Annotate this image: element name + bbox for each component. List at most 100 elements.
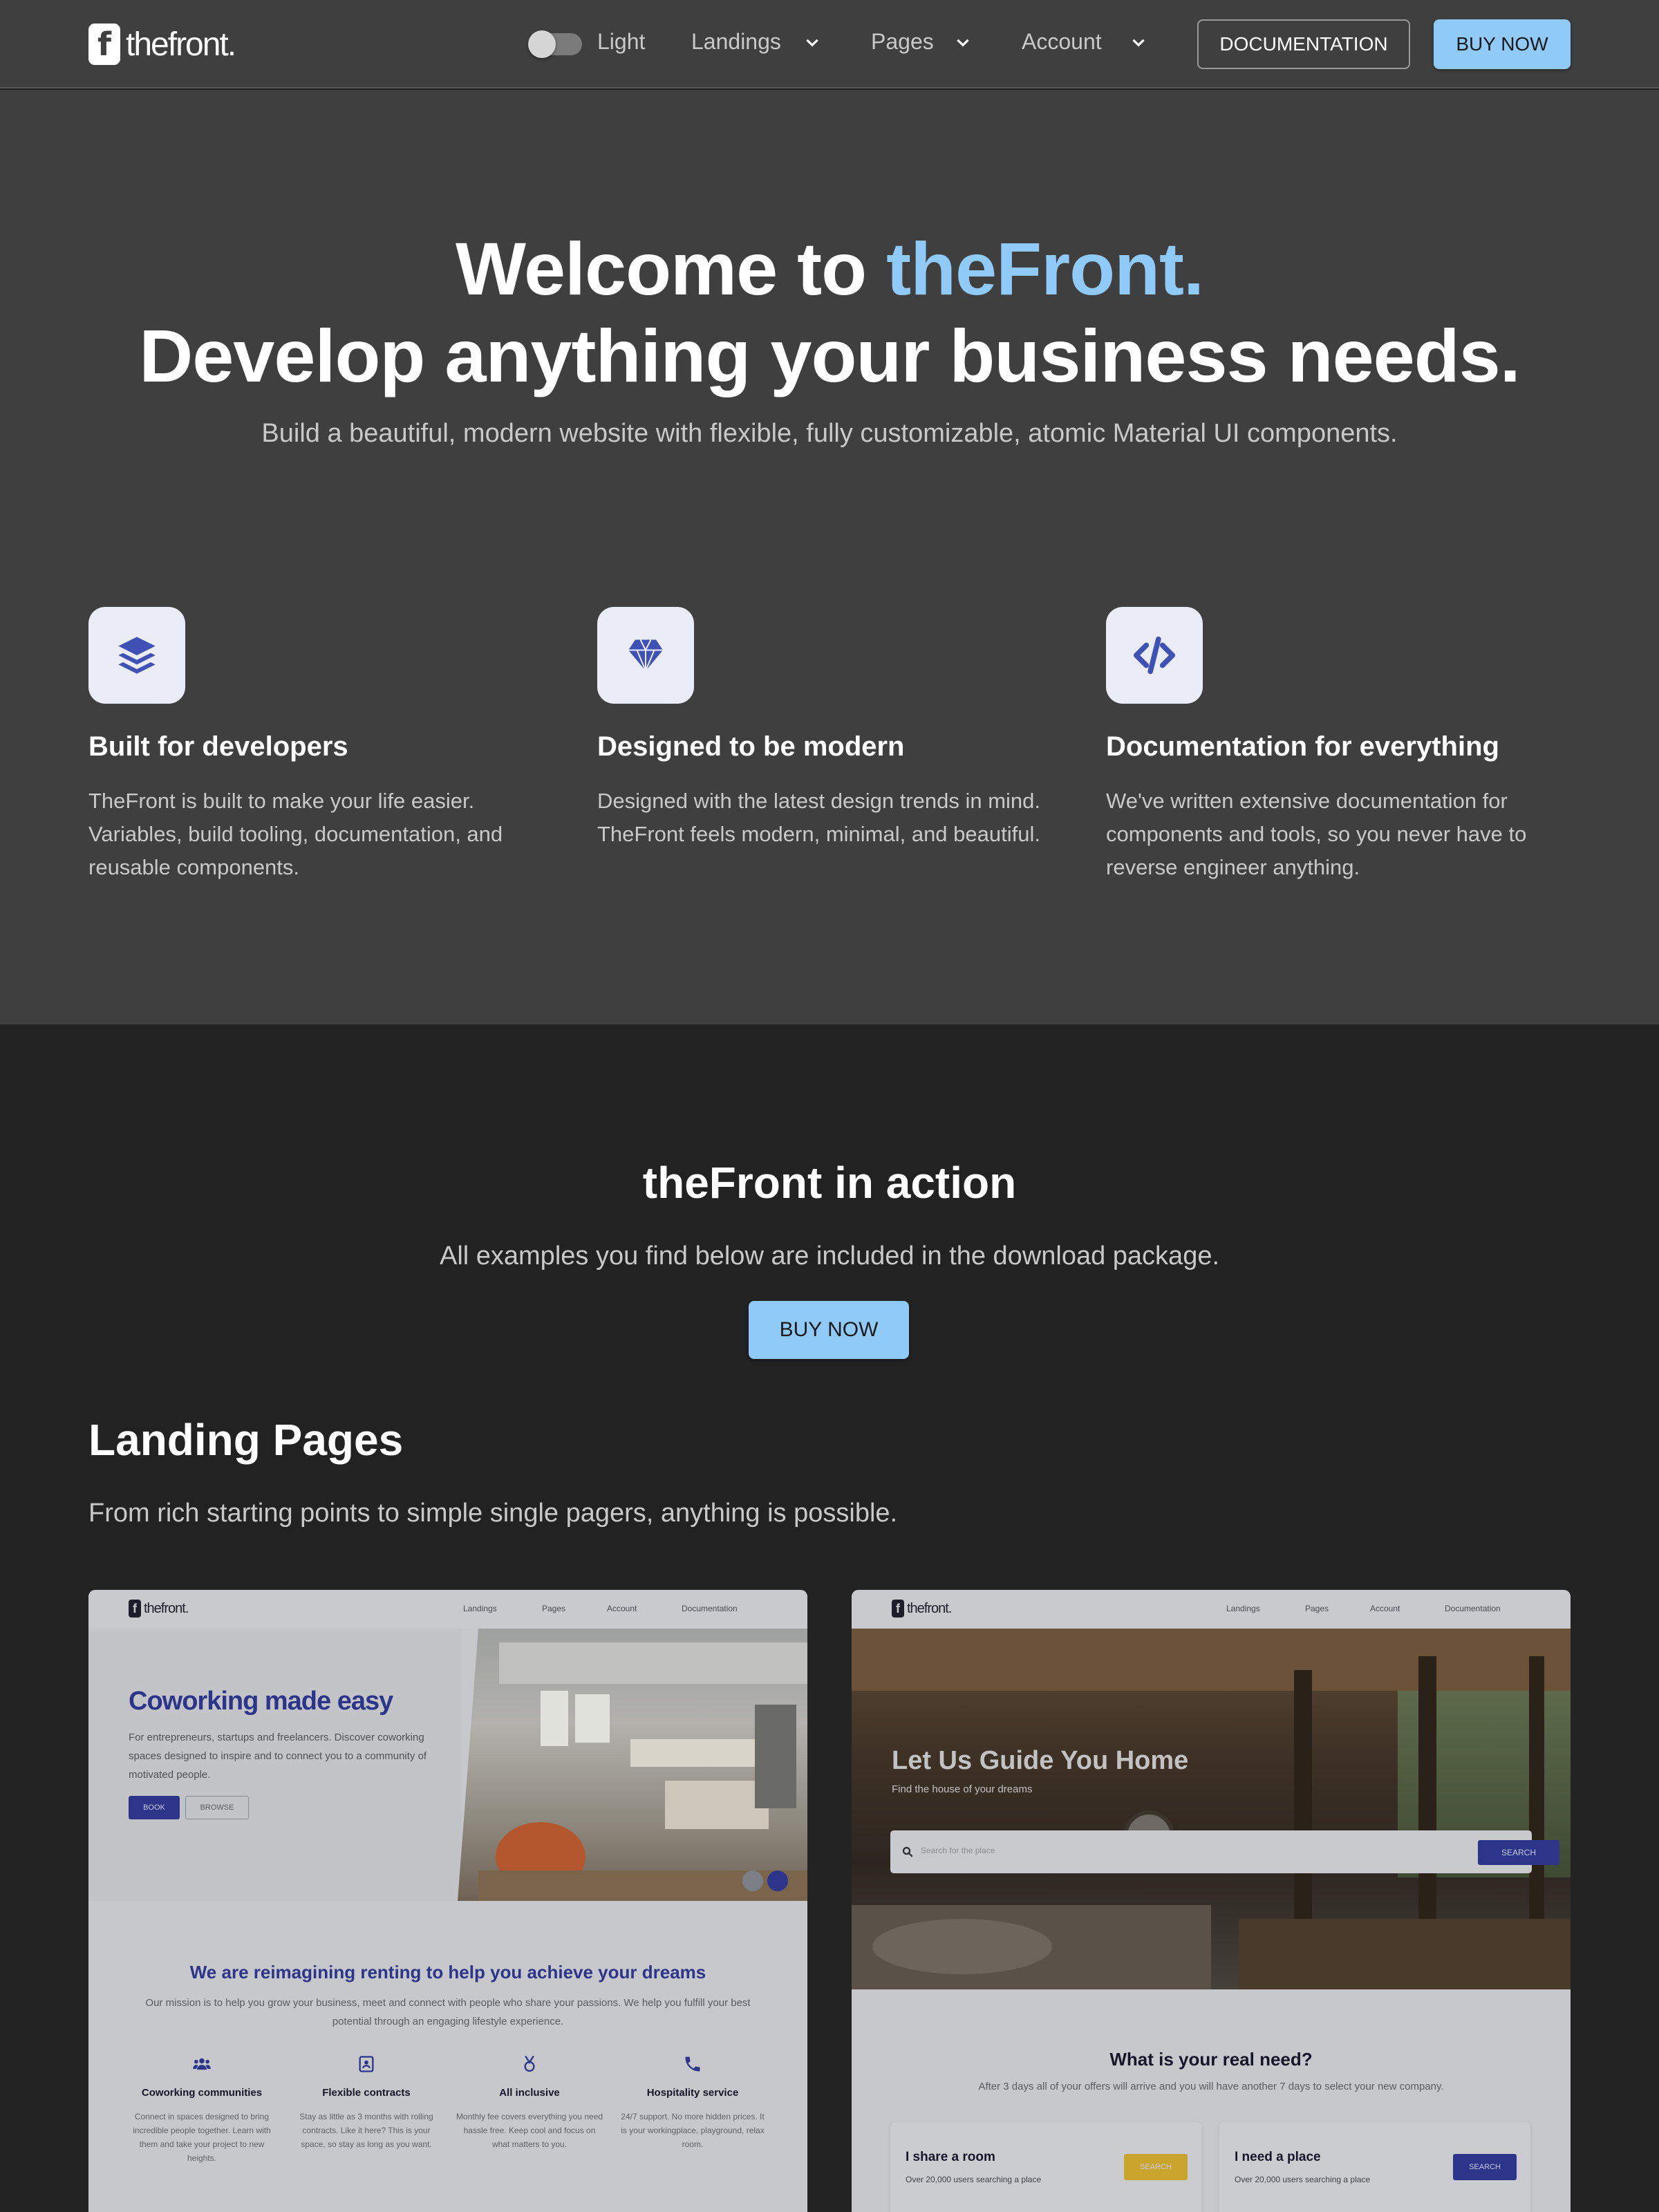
coworking-feature: Coworking communities Connect in spaces …	[127, 2054, 276, 2165]
need-option-card: I need a place Over 20,000 users searchi…	[1219, 2122, 1530, 2212]
preview-nav-documentation: Documentation	[1445, 1604, 1501, 1613]
preview-logo: f thefront.	[129, 1600, 189, 1618]
phone-icon	[685, 2056, 700, 2072]
feature-card: Built for developers TheFront is built t…	[88, 607, 545, 884]
coworking-feature-text: Connect in spaces designed to bring incr…	[133, 2112, 271, 2163]
need-option-button: SEARCH	[1453, 2154, 1517, 2180]
house-illustration	[852, 1629, 1571, 1989]
coworking-feature-title: Flexible contracts	[322, 2087, 411, 2099]
preview-nav-pages: Pages	[542, 1604, 566, 1613]
need-text: After 3 days all of your offers will arr…	[978, 2081, 1444, 2092]
feature-icon-box	[597, 607, 694, 704]
toggle-knob	[528, 30, 556, 58]
chevron-down-icon[interactable]	[1130, 33, 1147, 51]
coworking-feature-text: Monthly fee covers everything you need h…	[456, 2112, 603, 2149]
logo-text: thefront.	[126, 26, 236, 63]
feature-title: Documentation for everything	[1106, 731, 1499, 762]
preview-nav-documentation: Documentation	[682, 1604, 738, 1613]
preview-logo-text: thefront.	[907, 1600, 952, 1616]
coworking-feature: Flexible contracts Stay as little as 3 m…	[292, 2054, 441, 2151]
coworking-feature: All inclusive Monthly fee covers everyth…	[455, 2054, 604, 2151]
hero-title-prefix: Welcome to	[455, 227, 887, 310]
search-icon	[902, 1846, 913, 1857]
hero-title-accent: theFront.	[886, 227, 1204, 310]
browse-button: BROWSE	[185, 1796, 249, 1819]
coworking-photo	[458, 1629, 807, 1901]
buy-now-button[interactable]: BUY NOW	[1434, 19, 1571, 69]
hero-section: Welcome to theFront. Develop anything yo…	[0, 90, 1659, 1024]
hero-subtitle: Build a beautiful, modern website with f…	[261, 419, 1398, 448]
mission-heading-prefix: We are reimagining renting to help you	[189, 1962, 527, 1983]
preview-logo-mark: f	[129, 1600, 141, 1618]
preview-nav-landings: Landings	[1226, 1604, 1260, 1613]
feature-title: Built for developers	[88, 731, 348, 762]
coworking-feature: Hospitality service 24/7 support. No mor…	[618, 2054, 767, 2151]
mission-heading-accent: achieve your dreams	[527, 1962, 706, 1983]
preview-navbar: f thefront. Landings Pages Account Docum…	[852, 1590, 1571, 1629]
hero-title-line2: Develop anything your business needs.	[139, 314, 1521, 397]
mission-text: Our mission is to help you grow your bus…	[145, 1997, 751, 2027]
coworking-heading-accent: easy	[337, 1687, 394, 1716]
chevron-down-icon[interactable]	[803, 33, 821, 51]
preview-navbar: f thefront. Landings Pages Account Docum…	[88, 1590, 807, 1629]
layers-icon	[118, 637, 156, 674]
carousel-prev-icon	[742, 1871, 763, 1891]
medal-icon	[524, 2055, 535, 2072]
hero-title-line1: Welcome to theFront.	[0, 225, 1659, 312]
search-button: SEARCH	[1478, 1840, 1559, 1865]
people-icon	[193, 2058, 211, 2070]
documentation-button[interactable]: DOCUMENTATION	[1197, 19, 1410, 69]
feature-text: TheFront is built to make your life easi…	[88, 789, 503, 879]
landing-pages-subtitle: From rich starting points to simple sing…	[88, 1499, 898, 1528]
preview-nav-account: Account	[607, 1604, 637, 1613]
coworking-feature-text: 24/7 support. No more hidden prices. It …	[621, 2112, 765, 2149]
coworking-text: For entrepreneurs, startups and freelanc…	[129, 1732, 427, 1781]
coworking-heading-prefix: Coworking made	[129, 1687, 337, 1716]
feature-icon-box	[1106, 607, 1203, 704]
preview-nav-landings: Landings	[463, 1604, 497, 1613]
preview-logo-mark: f	[892, 1600, 904, 1618]
theme-toggle[interactable]	[528, 30, 582, 58]
feature-icon-box	[88, 607, 185, 704]
nav-pages[interactable]: Pages	[871, 29, 934, 55]
theme-toggle-label: Light	[597, 29, 646, 54]
mission-heading: We are reimagining renting to help you a…	[88, 1962, 807, 1983]
need-heading: What is your real need?	[1109, 2049, 1313, 2070]
rental-preview-card[interactable]: f thefront. Landings Pages Account Docum…	[852, 1590, 1571, 2212]
feature-card: Documentation for everything We've writt…	[1106, 607, 1562, 884]
diamond-icon	[628, 639, 663, 673]
top-navbar: f thefront. Light Landings Pages Account…	[0, 0, 1659, 88]
coworking-feature-title: Coworking communities	[141, 2087, 263, 2099]
coworking-feature-title: Hospitality service	[646, 2087, 739, 2099]
coworking-preview-card[interactable]: f thefront. Landings Pages Account Docum…	[88, 1590, 807, 2212]
action-subtitle: All examples you find below are included…	[439, 1241, 1220, 1271]
action-title: theFront in action	[642, 1158, 1017, 1208]
feature-text: Designed with the latest design trends i…	[597, 789, 1041, 846]
need-option-text: Over 20,000 users searching a place	[1235, 2175, 1371, 2184]
preview-logo-text: thefront.	[144, 1600, 189, 1616]
nav-account[interactable]: Account	[1022, 29, 1102, 55]
need-option-title: I need a place	[1235, 2150, 1321, 2164]
coworking-feature-text: Stay as little as 3 months with rolling …	[299, 2112, 433, 2149]
carousel-next-icon	[767, 1871, 788, 1891]
brand-logo[interactable]: f thefront.	[88, 24, 236, 65]
rental-subheading: Find the house of your dreams	[892, 1783, 1033, 1795]
office-illustration	[478, 1642, 807, 1901]
buy-now-button-secondary[interactable]: BUY NOW	[749, 1301, 909, 1359]
contract-icon	[359, 2056, 374, 2072]
chevron-down-icon[interactable]	[954, 33, 972, 51]
need-option-card: I share a room Over 20,000 users searchi…	[890, 2122, 1201, 2212]
feature-card: Designed to be modern Designed with the …	[597, 607, 1053, 851]
code-icon	[1133, 636, 1176, 675]
rental-search-bar: Search for the place SEARCH	[890, 1830, 1559, 1873]
rental-heading: Let Us Guide You Home	[892, 1746, 1189, 1775]
preview-nav-pages: Pages	[1305, 1604, 1329, 1613]
need-option-text: Over 20,000 users searching a place	[906, 2175, 1042, 2184]
rental-photo	[852, 1629, 1571, 1989]
book-button: BOOK	[129, 1796, 180, 1819]
feature-title: Designed to be modern	[597, 731, 905, 762]
coworking-feature-title: All inclusive	[499, 2087, 560, 2099]
nav-landings[interactable]: Landings	[691, 29, 781, 55]
landing-pages-title: Landing Pages	[88, 1415, 404, 1465]
need-option-title: I share a room	[906, 2150, 995, 2164]
